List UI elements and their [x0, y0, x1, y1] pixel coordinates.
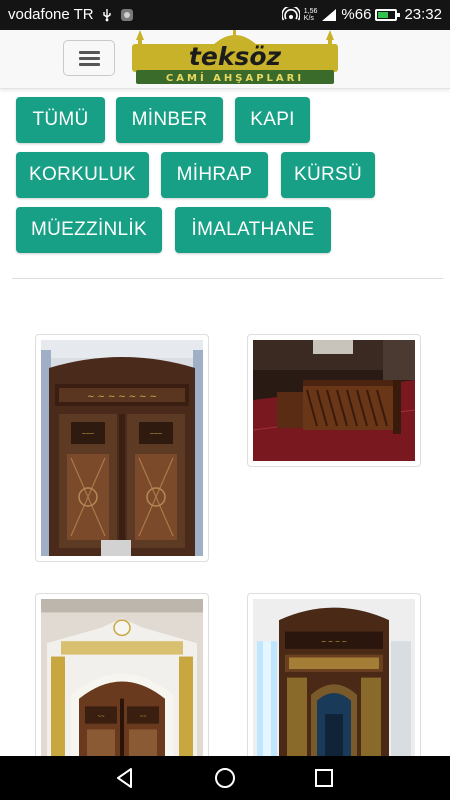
home-circle-icon[interactable] [210, 763, 240, 793]
battery-percent: %66 [341, 6, 372, 23]
carved-wooden-door-photo: ~ ~ ~ ~ ~ ~ ~ ~~~ ~~~ [41, 340, 203, 556]
filter-muezzinlik-button[interactable]: MÜEZZİNLİK [16, 207, 162, 253]
filter-imalathane-button[interactable]: İMALATHANE [175, 207, 331, 253]
svg-text:~~~: ~~~ [82, 431, 94, 438]
gallery-card[interactable] [247, 334, 421, 467]
svg-text:~~: ~~ [98, 714, 106, 720]
battery-level [378, 11, 388, 18]
logo-name: teksöz [189, 42, 282, 71]
notification-icon [120, 8, 133, 21]
signal-icon [322, 8, 337, 21]
site-logo[interactable]: teksöz CAMİ AHŞAPLARI [132, 30, 338, 86]
logo-tagline: CAMİ AHŞAPLARI [166, 70, 304, 84]
network-speed: 1,56 K/s [303, 7, 318, 22]
status-bar: vodafone TR 1,56 K/s %66 23:32 [0, 0, 450, 30]
clock: 23:32 [404, 6, 442, 23]
filter-kursu-button[interactable]: KÜRSÜ [281, 152, 375, 198]
hamburger-icon [79, 51, 100, 54]
recents-square-icon[interactable] [309, 763, 339, 793]
gallery-card[interactable]: ~~ ~~ [35, 593, 209, 768]
svg-text:~ ~ ~ ~: ~ ~ ~ ~ [321, 637, 347, 646]
section-divider [12, 278, 443, 279]
svg-text:~~~: ~~~ [150, 431, 162, 438]
back-triangle-icon[interactable] [110, 763, 140, 793]
hotspot-icon [281, 6, 300, 20]
filter-kapi-button[interactable]: KAPI [235, 97, 310, 143]
wooden-railing-photo [252, 340, 416, 461]
filter-all-button[interactable]: TÜMÜ [16, 97, 105, 143]
filter-korkuluk-button[interactable]: KORKULUK [16, 152, 149, 198]
gallery-card[interactable]: ~ ~ ~ ~ [247, 593, 421, 768]
ornate-door-white-frame-photo: ~~ ~~ [41, 599, 203, 762]
wooden-mihrab-photo: ~ ~ ~ ~ [253, 599, 415, 762]
filter-mihrap-button[interactable]: MİHRAP [161, 152, 268, 198]
top-navbar: teksöz CAMİ AHŞAPLARI [0, 30, 450, 89]
gallery-card[interactable]: ~ ~ ~ ~ ~ ~ ~ ~~~ ~~~ [35, 334, 209, 562]
menu-toggle-button[interactable] [63, 40, 115, 76]
carrier-name: vodafone TR [8, 6, 94, 23]
svg-text:~~: ~~ [140, 714, 148, 720]
usb-icon [102, 8, 111, 21]
system-navigation-bar [0, 756, 450, 800]
battery-icon [375, 8, 401, 21]
svg-text:~ ~ ~ ~ ~ ~ ~: ~ ~ ~ ~ ~ ~ ~ [87, 392, 157, 402]
filter-minber-button[interactable]: MİNBER [116, 97, 223, 143]
